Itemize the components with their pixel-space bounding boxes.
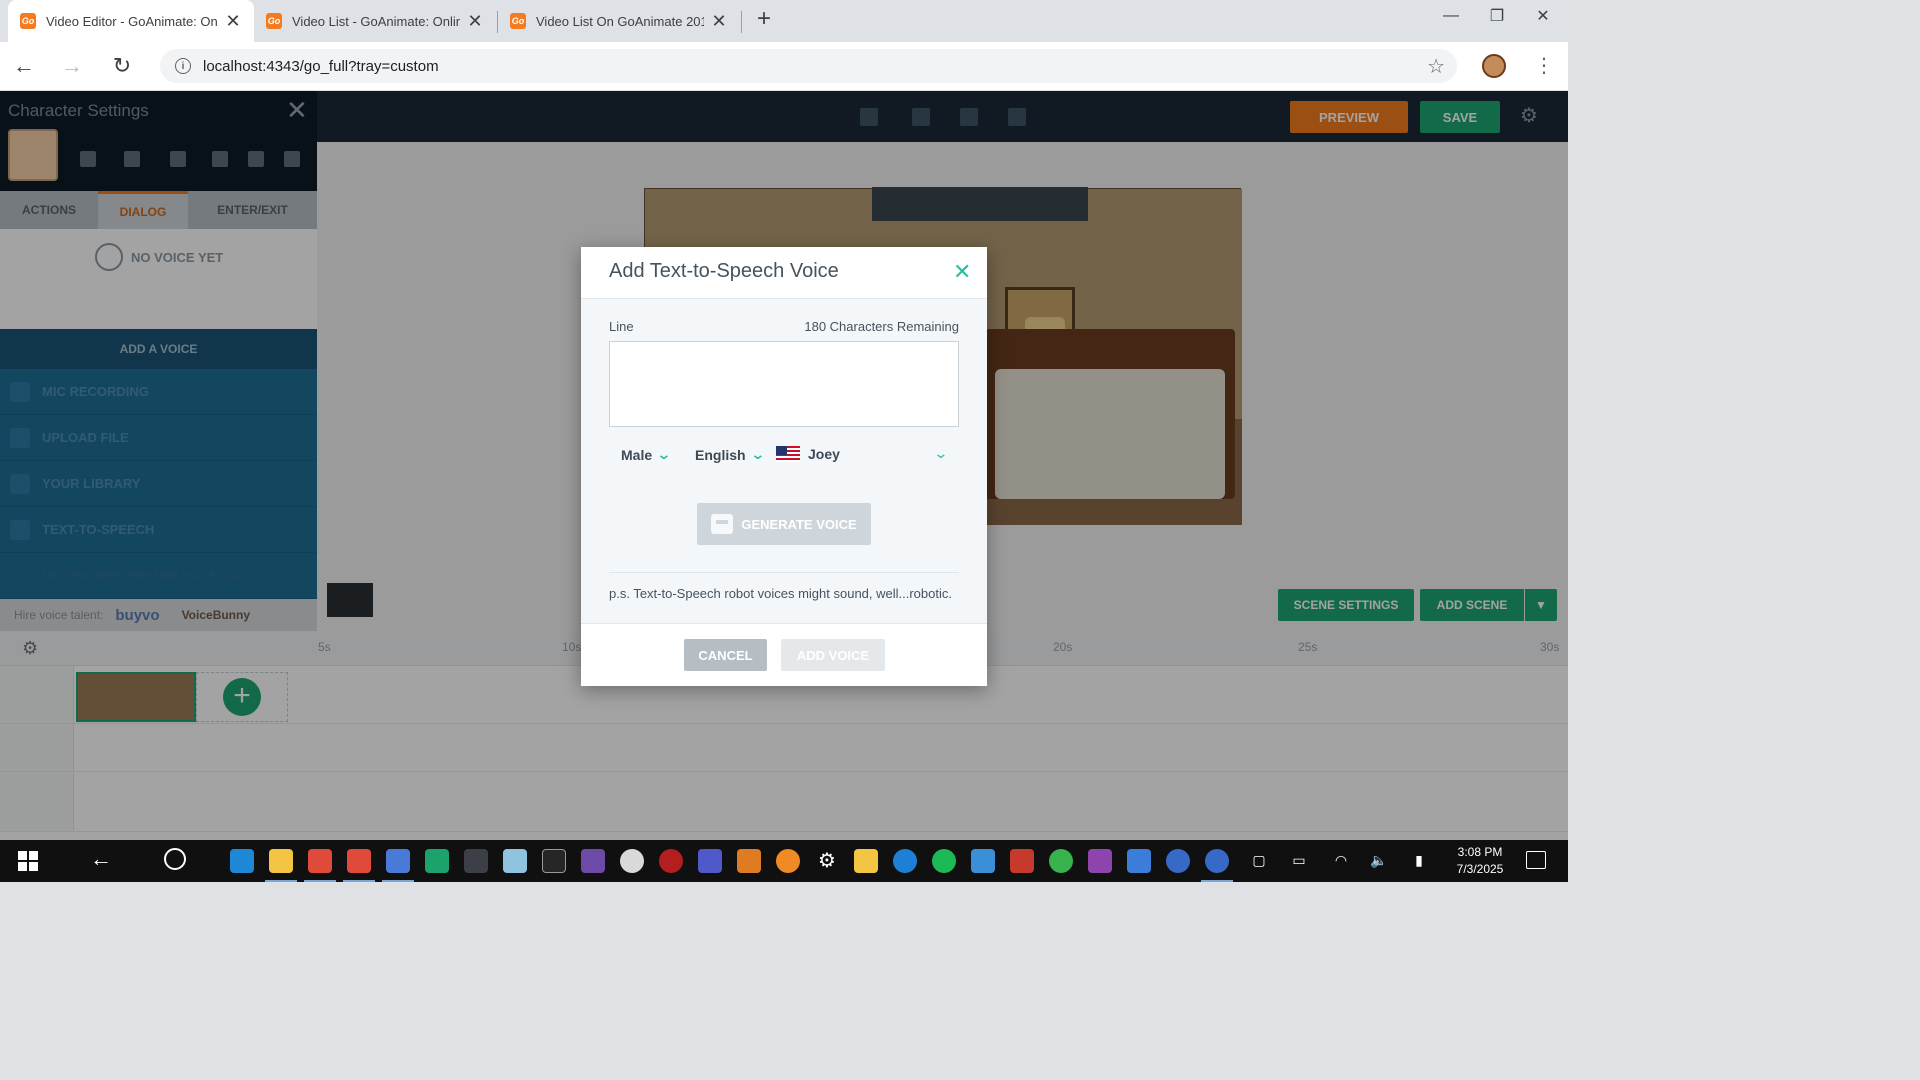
line-textarea[interactable] [609,341,959,427]
chevron-down-icon: ⌄ [749,446,766,462]
tab-title: Video Editor - GoAnimate: Onl [46,13,218,29]
cancel-button[interactable]: CANCEL [684,639,767,671]
edge-icon[interactable] [230,849,254,873]
github-icon[interactable] [581,849,605,873]
new-tab-button[interactable]: + [752,7,776,32]
blender-icon[interactable] [776,849,800,873]
tab-title: Video List - GoAnimate: Online [292,13,460,29]
woo-icon[interactable] [1127,849,1151,873]
restore-icon[interactable]: ❐ [1474,0,1520,32]
wifi-icon[interactable]: ◠ [1332,852,1350,870]
windows-taskbar: ← ⚙ ▢ ▭ ◠ 🔈 ▮ 3:08 PM 7/3/2025 [0,840,1568,882]
teams-icon[interactable] [698,849,722,873]
robotic-note: p.s. Text-to-Speech robot voices might s… [609,586,952,601]
sticky-notes-icon[interactable] [854,849,878,873]
voice-select[interactable]: Joey [776,446,840,462]
generate-voice-button[interactable]: GENERATE VOICE [697,503,871,545]
tray-device-icon[interactable]: ▢ [1250,852,1268,870]
electron-icon[interactable] [464,849,488,873]
close-icon[interactable]: ✕ [953,259,971,285]
tab-video-list[interactable]: Go Video List - GoAnimate: Online ✕ [254,0,496,42]
gear-icon[interactable]: ⚙ [815,849,839,873]
terminal-icon[interactable] [542,849,566,873]
clock-icon[interactable] [620,849,644,873]
url-text: localhost:4343/go_full?tray=custom [203,57,439,75]
language-select[interactable]: English ⌄ [695,446,766,463]
gender-select[interactable]: Male ⌄ [621,446,672,463]
android-studio-icon[interactable] [1049,849,1073,873]
fl-studio-icon[interactable] [737,849,761,873]
us-flag-icon [776,446,800,462]
minimize-icon[interactable]: — [1428,0,1474,32]
tab-separator [741,11,742,33]
tab-video-editor[interactable]: Go Video Editor - GoAnimate: Onl ✕ [8,0,254,42]
chevron-down-icon: ⌄ [656,446,672,462]
chevron-down-icon[interactable]: ⌄ [933,445,948,462]
window-close-icon[interactable]: ✕ [1520,0,1566,32]
chrome-alt-icon[interactable] [382,849,414,882]
tab-title: Video List On GoAnimate 2015 [536,13,704,29]
system-clock[interactable]: 3:08 PM 7/3/2025 [1440,844,1520,878]
spotify-icon[interactable] [932,849,956,873]
windows-start-icon[interactable] [18,851,38,871]
tts-modal: Add Text-to-Speech Voice ✕ Line 180 Char… [581,247,987,686]
volume-icon[interactable]: 🔈 [1370,852,1388,870]
reload-icon[interactable]: ↻ [108,53,136,81]
forward-arrow-icon[interactable]: → [58,53,86,81]
goanimate-favicon-icon: Go [266,13,282,29]
battery-icon[interactable]: ▭ [1290,852,1308,870]
line-label: Line [609,319,634,334]
notification-icon[interactable] [1526,851,1546,869]
ff-dec-icon[interactable] [1166,849,1190,873]
robot-icon [711,514,734,534]
address-bar[interactable]: i localhost:4343/go_full?tray=custom ☆ [160,49,1457,83]
ff-dec-active-icon[interactable] [1201,849,1233,882]
search-icon[interactable] [164,848,186,870]
photos-icon[interactable] [971,849,995,873]
chrome-icon[interactable] [304,849,336,882]
tab-close-icon[interactable]: ✕ [710,11,728,32]
modal-header: Add Text-to-Speech Voice ✕ [581,247,987,299]
edge-beta-icon[interactable] [425,849,449,873]
add-voice-button[interactable]: ADD VOICE [781,639,885,671]
chrome-active-icon[interactable] [343,849,375,882]
file-explorer-icon[interactable] [265,849,297,882]
tab-video-list-2015[interactable]: Go Video List On GoAnimate 2015 ✕ [498,0,740,42]
characters-remaining: 180 Characters Remaining [804,319,959,334]
site-info-icon[interactable]: i [175,58,191,74]
modal-footer: CANCEL ADD VOICE [581,623,987,686]
modal-title: Add Text-to-Speech Voice [609,260,839,282]
back-arrow-icon[interactable]: ← [10,53,38,81]
divider [609,572,959,573]
profile-avatar[interactable] [1482,54,1506,78]
bookmark-star-icon[interactable]: ☆ [1427,54,1445,79]
browser-menu-icon[interactable]: ⋮ [1532,53,1556,78]
goanimate-favicon-icon: Go [510,13,526,29]
clapper-icon[interactable] [1088,849,1112,873]
record-icon[interactable] [659,849,683,873]
cortana-icon[interactable] [893,849,917,873]
goanimate-favicon-icon: Go [20,13,36,29]
tab-close-icon[interactable]: ✕ [466,11,484,32]
browser-toolbar: ← → ↻ i localhost:4343/go_full?tray=cust… [0,42,1568,91]
browser-tab-strip: Go Video Editor - GoAnimate: Onl ✕ Go Vi… [0,0,1568,42]
notes-icon[interactable] [503,849,527,873]
back-arrow-icon[interactable]: ← [90,846,112,872]
tab-close-icon[interactable]: ✕ [224,11,242,32]
microphone-icon[interactable]: ▮ [1410,852,1428,870]
winrar-icon[interactable] [1010,849,1034,873]
